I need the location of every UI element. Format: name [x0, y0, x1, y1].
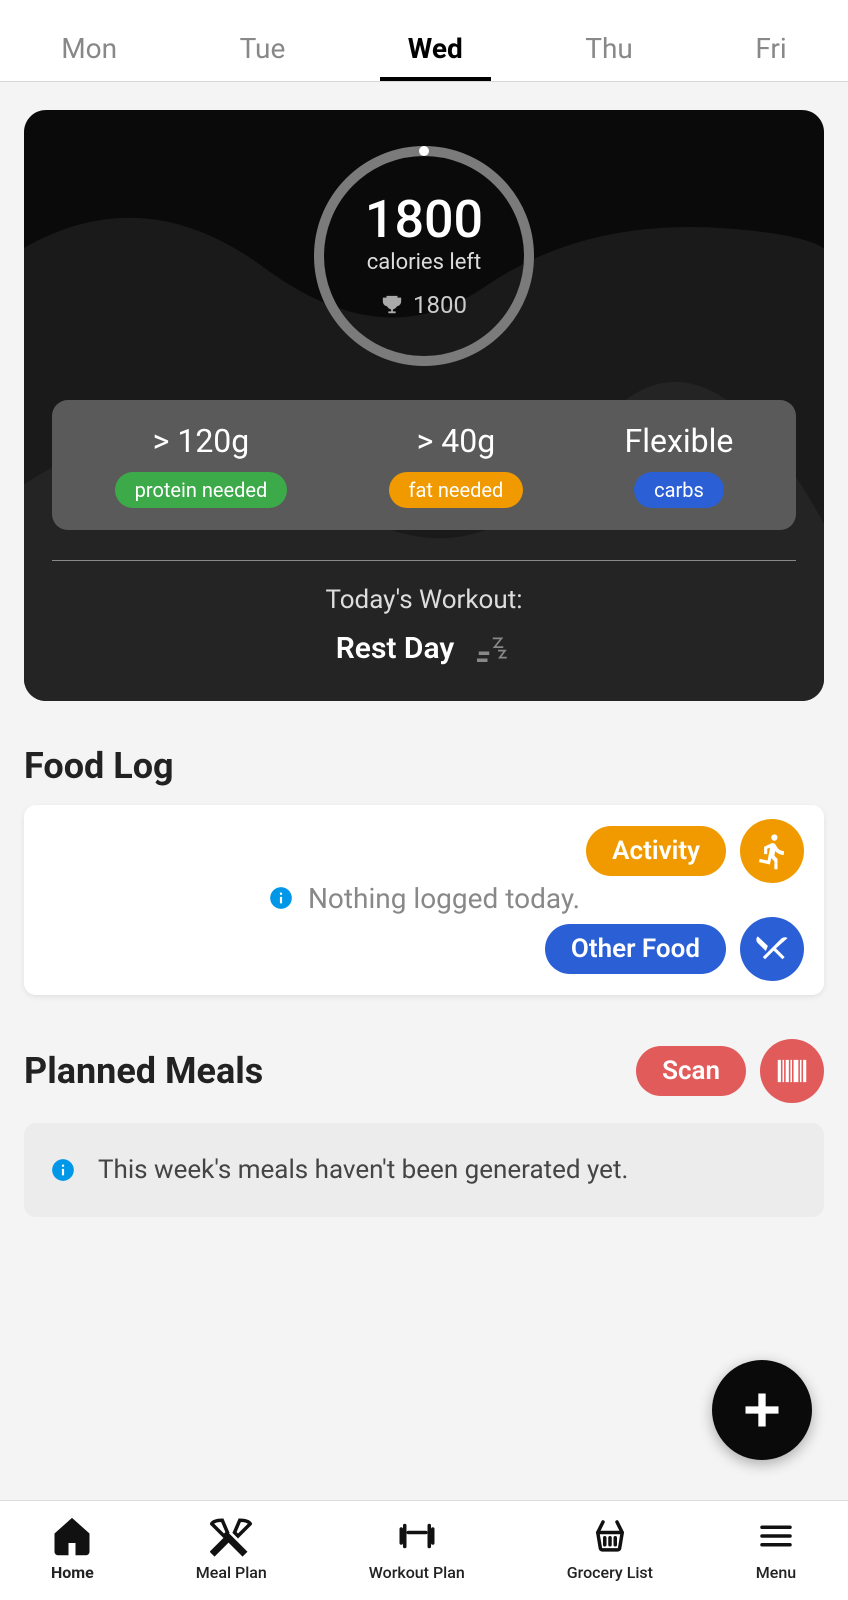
- calories-goal-value: 1800: [413, 291, 467, 319]
- planned-meals-empty: This week's meals haven't been generated…: [24, 1123, 824, 1217]
- nav-home[interactable]: Home: [51, 1515, 94, 1582]
- macro-carbs: Flexible carbs: [625, 422, 734, 508]
- tab-fri[interactable]: Fri: [727, 20, 814, 81]
- barcode-icon: [773, 1052, 811, 1090]
- macro-carbs-label: carbs: [634, 472, 724, 508]
- utensils-icon: [753, 930, 791, 968]
- dumbbell-icon: [396, 1515, 438, 1557]
- tab-wed[interactable]: Wed: [380, 20, 491, 81]
- food-log-heading: Food Log: [24, 745, 824, 787]
- nav-meal-plan-label: Meal Plan: [196, 1563, 267, 1582]
- nav-grocery-list-label: Grocery List: [567, 1563, 653, 1582]
- activity-chip[interactable]: Activity: [586, 826, 726, 876]
- calories-ring[interactable]: 1800 calories left 1800: [314, 146, 534, 366]
- other-food-chip[interactable]: Other Food: [545, 924, 726, 974]
- divider: [52, 560, 796, 561]
- nav-grocery-list[interactable]: Grocery List: [567, 1515, 653, 1582]
- planned-meals-empty-text: This week's meals haven't been generated…: [98, 1155, 628, 1185]
- macro-carbs-value: Flexible: [625, 422, 734, 460]
- food-log-card: Activity Nothing logged today. Other Foo…: [24, 805, 824, 995]
- tab-tue[interactable]: Tue: [212, 20, 314, 81]
- macro-fat: > 40g fat needed: [389, 422, 524, 508]
- calories-left-label: calories left: [367, 250, 482, 275]
- tab-thu[interactable]: Thu: [557, 20, 661, 81]
- nav-workout-plan-label: Workout Plan: [369, 1563, 465, 1582]
- macro-protein-label: protein needed: [115, 472, 288, 508]
- workout-row[interactable]: Rest Day: [52, 627, 796, 669]
- activity-button[interactable]: [740, 819, 804, 883]
- macro-protein: > 120g protein needed: [115, 422, 288, 508]
- macro-fat-value: > 40g: [417, 422, 496, 460]
- nav-home-label: Home: [51, 1563, 94, 1582]
- scan-button[interactable]: [760, 1039, 824, 1103]
- other-food-button[interactable]: [740, 917, 804, 981]
- menu-icon: [755, 1515, 797, 1557]
- running-icon: [753, 832, 791, 870]
- planned-meals-heading: Planned Meals: [24, 1050, 263, 1092]
- dashboard-card[interactable]: 1800 calories left 1800 > 120g protein n…: [24, 110, 824, 701]
- info-icon: [268, 885, 294, 911]
- nav-menu-label: Menu: [756, 1563, 796, 1582]
- scan-chip[interactable]: Scan: [636, 1046, 746, 1096]
- calories-goal: 1800: [381, 291, 467, 319]
- nav-meal-plan[interactable]: Meal Plan: [196, 1515, 267, 1582]
- trophy-icon: [381, 294, 403, 316]
- calories-left-value: 1800: [365, 194, 483, 246]
- food-log-empty-text: Nothing logged today.: [308, 882, 580, 915]
- nav-menu[interactable]: Menu: [755, 1515, 797, 1582]
- workout-name: Rest Day: [336, 631, 455, 666]
- basket-icon: [589, 1515, 631, 1557]
- workout-title: Today's Workout:: [52, 585, 796, 615]
- add-fab[interactable]: [712, 1360, 812, 1460]
- tab-mon[interactable]: Mon: [33, 20, 145, 81]
- macro-protein-value: > 120g: [153, 422, 250, 460]
- plus-icon: [740, 1388, 784, 1432]
- utensils-crossed-icon: [210, 1515, 252, 1557]
- macros-panel[interactable]: > 120g protein needed > 40g fat needed F…: [52, 400, 796, 530]
- info-icon: [50, 1157, 76, 1183]
- macro-fat-label: fat needed: [389, 472, 524, 508]
- home-icon: [51, 1515, 93, 1557]
- sleep-icon: [470, 627, 512, 669]
- bottom-nav: Home Meal Plan Workout Plan Grocery List…: [0, 1500, 848, 1600]
- day-tabs: Mon Tue Wed Thu Fri: [0, 0, 848, 82]
- nav-workout-plan[interactable]: Workout Plan: [369, 1515, 465, 1582]
